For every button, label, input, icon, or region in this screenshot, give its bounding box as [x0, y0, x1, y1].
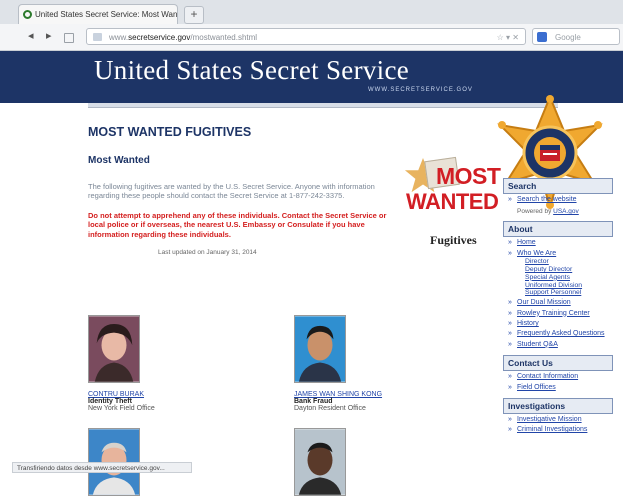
sidebar-heading-about: About [503, 221, 613, 238]
sidebar-item-field-offices[interactable]: Field Offices [503, 384, 613, 393]
sidebar-item-home[interactable]: Home [503, 239, 613, 248]
forward-button[interactable]: ▸ [46, 29, 52, 42]
powered-by: Powered by USA.gov [503, 208, 613, 215]
sidebar-item-dual-mission[interactable]: Our Dual Mission [503, 299, 613, 308]
fugitive-crime: Bank Fraud [294, 398, 333, 405]
mw-wanted: WANTED [406, 189, 499, 214]
home-icon[interactable] [64, 33, 74, 43]
fugitive-card[interactable] [294, 428, 434, 504]
status-bar: Transfiriendo datos desde www.secretserv… [12, 462, 192, 473]
sidebar-item-history[interactable]: History [503, 320, 613, 329]
fugitive-card[interactable]: JAMES WAN SHING KONG Bank Fraud Dayton R… [294, 315, 434, 412]
sidebar-subitem-support-personnel[interactable]: Support Personnel [503, 289, 613, 297]
main-content: MOST WANTED FUGITIVES Most Wanted The fo… [88, 125, 393, 256]
browser-search-box[interactable]: Google [532, 28, 620, 45]
sidebar-heading-investigations: Investigations [503, 397, 613, 414]
url-prefix: www. [109, 33, 129, 42]
site-identity-icon [93, 33, 102, 41]
sidebar-item-criminal-investigations[interactable]: Criminal Investigations [503, 426, 613, 435]
powered-by-link[interactable]: USA.gov [553, 208, 579, 215]
address-bar[interactable]: www.secretservice.gov/mostwanted.shtml ☆… [86, 28, 526, 45]
url-domain: secretservice.gov [128, 33, 191, 42]
fugitive-card[interactable]: CONTRU BURAK Identity Theft New York Fie… [88, 315, 228, 412]
sidebar-item-student-qa[interactable]: Student Q&A [503, 341, 613, 350]
fugitive-photo[interactable] [294, 428, 346, 496]
browser-nav-bar: ◂ ▸ www.secretservice.gov/mostwanted.sht… [0, 24, 623, 51]
tab-favicon-icon [23, 10, 32, 19]
fugitive-office: New York Field Office [88, 405, 155, 412]
url-actions[interactable]: ☆ ▾ ✕ [497, 29, 519, 44]
sidebar-item-faq[interactable]: Frequently Asked Questions [503, 330, 613, 339]
sidebar-subitem-director[interactable]: Director [503, 258, 613, 266]
back-button[interactable]: ◂ [28, 29, 34, 42]
fugitive-name[interactable]: CONTRU BURAK [88, 391, 228, 398]
sidebar-item-training-center[interactable]: Rowley Training Center [503, 310, 613, 319]
browser-tab-bar: United States Secret Service: Most Wante… [0, 0, 623, 24]
sidebar-item-contact-information[interactable]: Contact Information [503, 373, 613, 382]
intro-text: The following fugitives are wanted by th… [88, 182, 375, 201]
new-tab-button[interactable]: + [184, 6, 204, 24]
sidebar-item-search-website[interactable]: Search the website [503, 196, 613, 205]
warning-text: Do not attempt to apprehend any of these… [88, 210, 387, 239]
fugitive-photo[interactable] [294, 315, 346, 383]
search-placeholder: Google [555, 33, 581, 42]
web-page: United States Secret Service WWW.SECRETS… [0, 51, 623, 496]
url-path: /mostwanted.shtml [190, 33, 258, 42]
sidebar-item-investigative-mission[interactable]: Investigative Mission [503, 416, 613, 425]
sidebar-subitem-deputy-director[interactable]: Deputy Director [503, 266, 613, 274]
sidebar-heading-contact: Contact Us [503, 355, 613, 372]
fugitive-name[interactable]: JAMES WAN SHING KONG [294, 391, 434, 398]
banner-url: WWW.SECRETSERVICE.GOV [368, 87, 473, 93]
sidebar-subitem-special-agents[interactable]: Special Agents [503, 274, 613, 282]
mw-fugitives: Fugitives [430, 233, 477, 247]
powered-by-label: Powered by [517, 208, 552, 216]
page-heading: MOST WANTED FUGITIVES [88, 125, 252, 139]
fugitive-crime: Identity Theft [88, 398, 132, 405]
search-engine-icon [537, 32, 547, 42]
mw-most: MOST [436, 163, 501, 189]
banner-stripe [88, 103, 558, 108]
browser-tab[interactable]: United States Secret Service: Most Wante… [18, 4, 178, 24]
tab-title: United States Secret Service: Most Wante… [35, 10, 178, 19]
sidebar-item-who-we-are[interactable]: Who We Are [503, 250, 613, 259]
fugitive-photo[interactable] [88, 315, 140, 383]
sidebar: Search Search the website Powered by USA… [503, 178, 613, 435]
most-wanted-logo: MOST WANTED Fugitives [402, 155, 501, 255]
sidebar-subitem-uniformed-division[interactable]: Uniformed Division [503, 282, 613, 290]
sidebar-heading-search: Search [503, 178, 613, 194]
site-title[interactable]: United States Secret Service [94, 55, 409, 86]
fugitive-office: Dayton Resident Office [294, 405, 366, 412]
last-updated: Last updated on January 31, 2014 [158, 248, 257, 256]
page-subheading: Most Wanted [88, 155, 150, 166]
